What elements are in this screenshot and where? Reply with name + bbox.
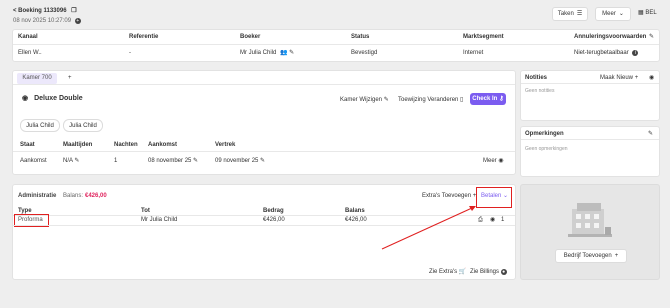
building-illustration <box>568 203 612 237</box>
company-panel: Bedrijf Toevoegen + <box>520 184 660 280</box>
eye-icon[interactable]: ◉ <box>649 75 654 81</box>
remarks-panel: Opmerkingen ✎ Geen opmerkingen <box>520 126 660 177</box>
plus-icon: + <box>614 253 619 259</box>
notes-panel: Notities Maak Nieuw + ◉ Geen notities <box>520 70 660 121</box>
add-company-button[interactable]: Bedrijf Toevoegen + <box>555 249 627 263</box>
divider <box>521 139 659 140</box>
notes-title: Notities <box>525 75 548 81</box>
remarks-title: Opmerkingen <box>525 131 564 137</box>
edit-icon[interactable]: ✎ <box>648 131 653 137</box>
plus-icon: + <box>634 75 639 81</box>
new-note-button[interactable]: Maak Nieuw + <box>600 75 638 81</box>
divider <box>521 83 659 84</box>
notes-empty: Geen notities <box>525 88 555 94</box>
remarks-empty: Geen opmerkingen <box>525 146 568 152</box>
